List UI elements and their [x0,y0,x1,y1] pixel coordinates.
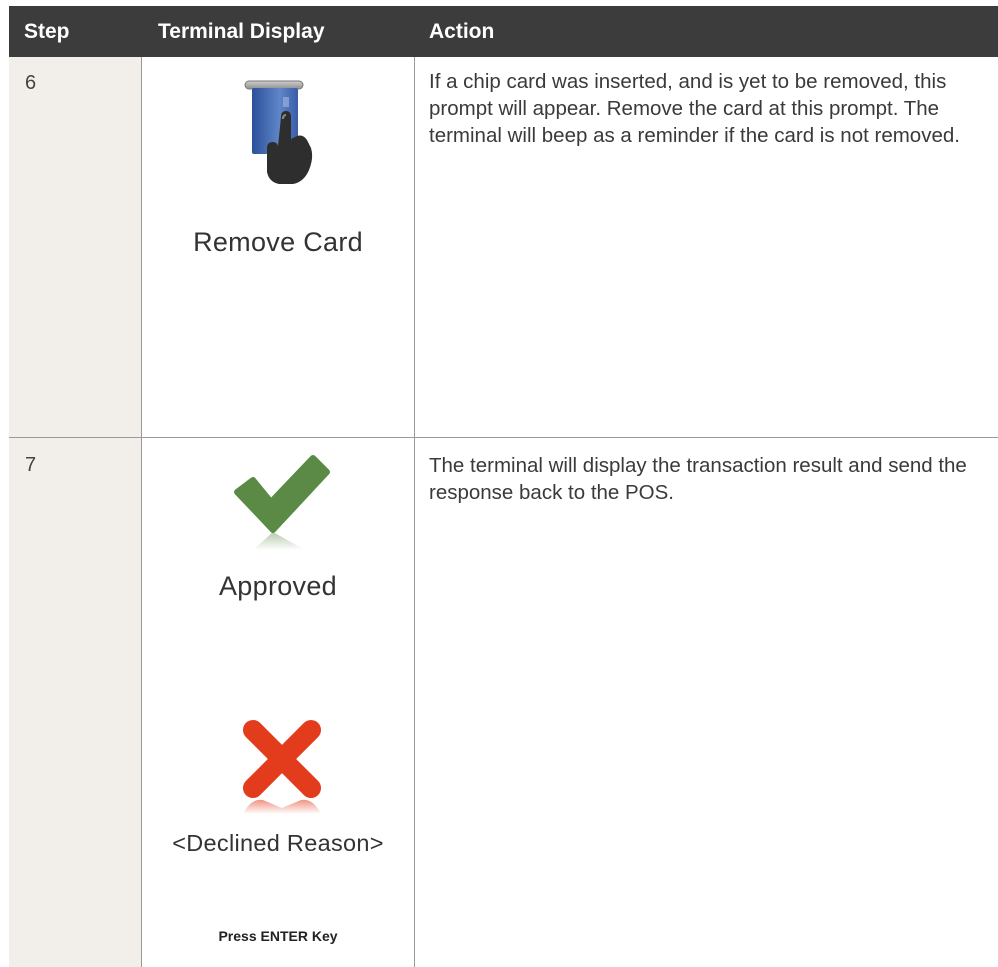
step-column-background [9,57,141,967]
declined-label: <Declined Reason> [172,830,384,856]
header-terminal-display: Terminal Display [158,20,325,43]
header-action: Action [429,20,495,43]
step-number: 6 [25,72,37,94]
action-text: The terminal will display the transactio… [429,454,967,504]
step-number: 7 [25,454,37,476]
header-step: Step [24,20,70,43]
checkmark-icon [234,455,330,550]
approved-label: Approved [219,571,337,601]
display-label: Remove Card [193,227,363,257]
table-header: Step Terminal Display Action [9,6,998,57]
x-mark-icon [243,720,321,814]
steps-table: Step Terminal Display Action 6 Remove Ca… [9,6,998,967]
column-divider [414,57,415,967]
row-divider [9,437,998,438]
action-text: If a chip card was inserted, and is yet … [429,70,960,147]
press-enter-label: Press ENTER Key [218,928,338,944]
remove-card-icon [244,80,313,184]
